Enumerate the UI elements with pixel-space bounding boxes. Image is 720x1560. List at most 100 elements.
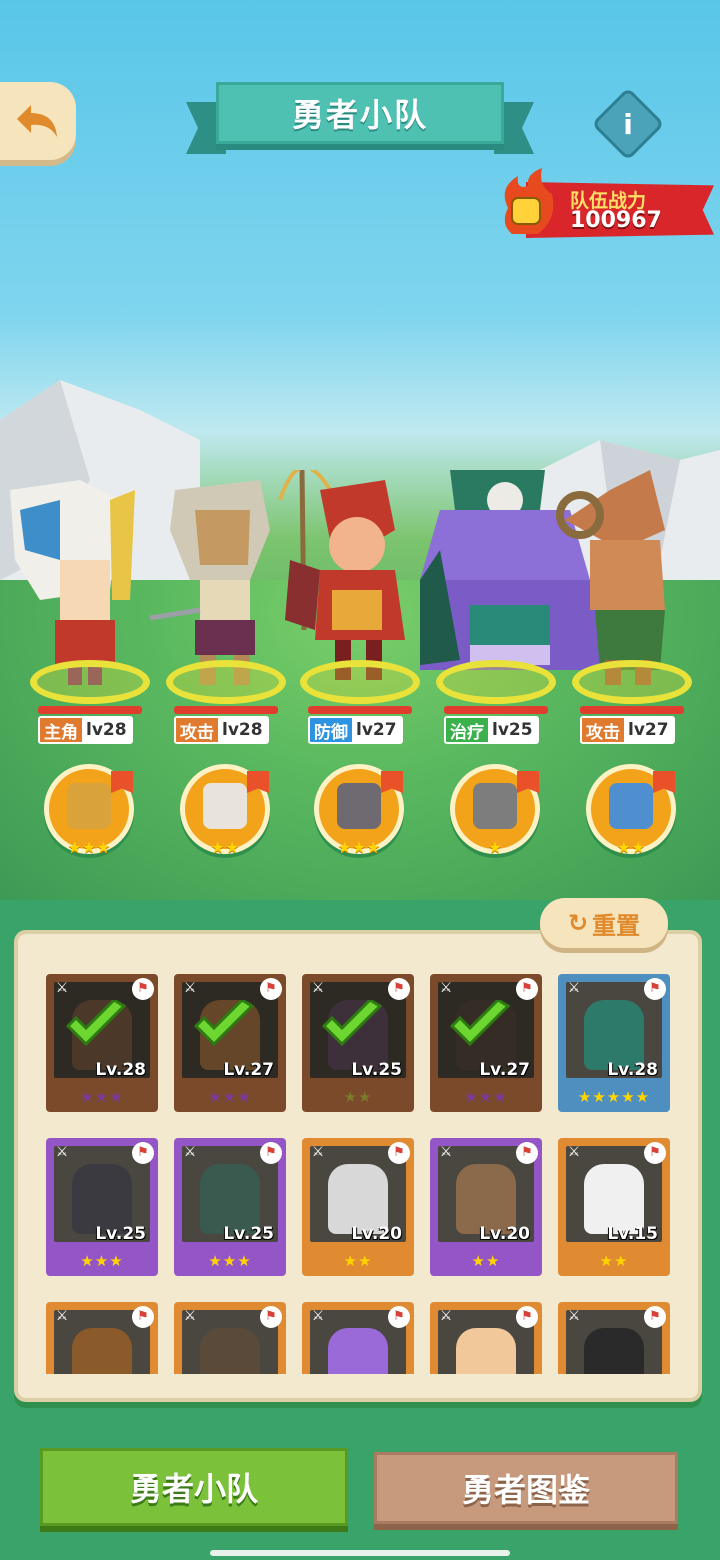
hero-role-label: 攻击 bbox=[176, 718, 218, 742]
hero-level-label: lv28 bbox=[82, 718, 131, 742]
hero-portrait-figure bbox=[456, 1328, 516, 1374]
hero-4-tag: 治疗 lv25 bbox=[444, 716, 539, 744]
hero-card-stars: ★★ bbox=[343, 1088, 373, 1106]
hero-card[interactable]: ⚔ ⚑ bbox=[302, 1302, 414, 1374]
hero-card[interactable]: ⚔ ⚑ Lv.25 ★★★ bbox=[174, 1138, 286, 1276]
hero-card[interactable]: ⚔ ⚑ Lv.15 ★★ bbox=[558, 1138, 670, 1276]
hero-3-tag: 防御 lv27 bbox=[308, 716, 403, 744]
faction-icon: ⚑ bbox=[260, 978, 282, 1000]
hero-card-level: Lv.27 bbox=[479, 1060, 530, 1080]
faction-icon: ⚑ bbox=[516, 978, 538, 1000]
hero-card-level: Lv.20 bbox=[479, 1224, 530, 1244]
class-icon: ⚔ bbox=[183, 1308, 197, 1324]
hero-card-stars: ★★★ bbox=[208, 1088, 252, 1106]
hero-card-stars: ★★ bbox=[471, 1252, 501, 1270]
hero-3-health-bar bbox=[308, 706, 412, 714]
class-icon: ⚔ bbox=[439, 1308, 453, 1324]
hero-level-label: lv28 bbox=[218, 718, 267, 742]
hero-role-label: 主角 bbox=[40, 718, 82, 742]
hero-1-pet-slot[interactable]: ★★★ bbox=[44, 764, 134, 857]
reset-icon: ↻ bbox=[567, 909, 589, 937]
hero-card[interactable]: ⚔ ⚑ bbox=[430, 1302, 542, 1374]
class-icon: ⚔ bbox=[567, 1144, 581, 1160]
team-power-badge: 队伍战力 100967 bbox=[498, 168, 716, 242]
class-icon: ⚔ bbox=[55, 1144, 69, 1160]
team-power-value: 100967 bbox=[570, 208, 662, 233]
faction-icon: ⚑ bbox=[132, 1142, 154, 1164]
hero-card-level: Lv.25 bbox=[223, 1224, 274, 1244]
hero-card[interactable]: ⚔ ⚑ Lv.20 ★★ bbox=[430, 1138, 542, 1276]
faction-icon: ⚑ bbox=[516, 1306, 538, 1328]
checkmark-icon bbox=[449, 1000, 511, 1047]
hero-5-pet-slot[interactable]: ★★ bbox=[586, 764, 676, 857]
pet-stars: ★ bbox=[487, 838, 503, 857]
hero-2-figure bbox=[149, 480, 270, 685]
reset-label: 重置 bbox=[592, 911, 641, 940]
hero-5-tag: 攻击 lv27 bbox=[580, 716, 675, 744]
hero-level-label: lv27 bbox=[352, 718, 401, 742]
reset-button[interactable]: ↻ 重置 bbox=[540, 898, 668, 948]
checkmark-icon bbox=[321, 1000, 383, 1047]
hero-2-health-bar bbox=[174, 706, 278, 714]
hero-card-level: Lv.25 bbox=[351, 1060, 402, 1080]
hero-5-health-bar bbox=[580, 706, 684, 714]
hero-4-pet-slot[interactable]: ★ bbox=[450, 764, 540, 857]
tab-hero-team-label: 勇者小队 bbox=[129, 1470, 258, 1508]
hero-2-tag: 攻击 lv28 bbox=[174, 716, 269, 744]
hero-card-stars: ★★★ bbox=[464, 1088, 508, 1106]
hero-3-pet-slot[interactable]: ★★★ bbox=[314, 764, 404, 857]
tab-hero-gallery-label: 勇者图鉴 bbox=[461, 1471, 590, 1509]
faction-icon: ⚑ bbox=[132, 1306, 154, 1328]
class-icon: ⚔ bbox=[311, 1308, 325, 1324]
title-banner: 勇者小队 bbox=[186, 80, 534, 160]
hero-card-stars: ★★★★★ bbox=[577, 1088, 651, 1106]
pet-stars: ★★★ bbox=[67, 838, 111, 857]
tab-hero-team[interactable]: 勇者小队 bbox=[40, 1448, 348, 1526]
hero-1-ring[interactable] bbox=[30, 660, 150, 704]
class-icon: ⚔ bbox=[567, 980, 581, 996]
hero-2-pet-slot[interactable]: ★★ bbox=[180, 764, 270, 857]
hero-card[interactable]: ⚔ ⚑ bbox=[558, 1302, 670, 1374]
hero-card[interactable]: ⚔ ⚑ Lv.28 ★★★ bbox=[46, 974, 158, 1112]
hero-5-ring[interactable] bbox=[572, 660, 692, 704]
hero-2-ring[interactable] bbox=[166, 660, 286, 704]
page-title: 勇者小队 bbox=[291, 96, 428, 134]
hero-1-figure bbox=[10, 480, 135, 685]
hero-3-ring[interactable] bbox=[300, 660, 420, 704]
hero-card-stars: ★★ bbox=[343, 1252, 373, 1270]
class-icon: ⚔ bbox=[311, 980, 325, 996]
class-icon: ⚔ bbox=[55, 1308, 69, 1324]
hero-card[interactable]: ⚔ ⚑ Lv.25 ★★★ bbox=[46, 1138, 158, 1276]
hero-card[interactable]: ⚔ ⚑ Lv.27 ★★★ bbox=[430, 974, 542, 1112]
pet-figure-icon bbox=[473, 783, 517, 829]
tab-hero-gallery[interactable]: 勇者图鉴 bbox=[374, 1452, 678, 1524]
class-icon: ⚔ bbox=[183, 980, 197, 996]
hero-role-label: 防御 bbox=[310, 718, 352, 742]
hero-4-ring[interactable] bbox=[436, 660, 556, 704]
hero-role-label: 攻击 bbox=[582, 718, 624, 742]
hero-card[interactable]: ⚔ ⚑ bbox=[46, 1302, 158, 1374]
hero-card[interactable]: ⚔ ⚑ Lv.27 ★★★ bbox=[174, 974, 286, 1112]
pet-flag-icon bbox=[381, 771, 403, 793]
pet-flag-icon bbox=[111, 771, 133, 793]
faction-icon: ⚑ bbox=[644, 1142, 666, 1164]
hero-card[interactable]: ⚔ ⚑ Lv.25 ★★ bbox=[302, 974, 414, 1112]
hero-card-grid[interactable]: ⚔ ⚑ Lv.28 ★★★ ⚔ ⚑ Lv.27 ★★★ ⚔ ⚑ Lv.25 ★★ ⚔ ⚑ Lv.27 ★★★ ⚔… bbox=[46, 974, 686, 1374]
faction-icon: ⚑ bbox=[260, 1142, 282, 1164]
hero-figures bbox=[10, 470, 665, 685]
hero-card[interactable]: ⚔ ⚑ bbox=[174, 1302, 286, 1374]
faction-icon: ⚑ bbox=[644, 978, 666, 1000]
faction-icon: ⚑ bbox=[388, 1306, 410, 1328]
back-button[interactable] bbox=[0, 82, 76, 160]
faction-icon: ⚑ bbox=[388, 1142, 410, 1164]
faction-icon: ⚑ bbox=[132, 978, 154, 1000]
home-indicator[interactable] bbox=[210, 1550, 510, 1556]
hero-card[interactable]: ⚔ ⚑ Lv.28 ★★★★★ bbox=[558, 974, 670, 1112]
faction-icon: ⚑ bbox=[644, 1306, 666, 1328]
hero-4-health-bar bbox=[444, 706, 548, 714]
hero-roster-panel: ⚔ ⚑ Lv.28 ★★★ ⚔ ⚑ Lv.27 ★★★ ⚔ ⚑ Lv.25 ★★ ⚔ ⚑ Lv.27 ★★★ ⚔… bbox=[14, 930, 702, 1402]
hero-card-level: Lv.15 bbox=[607, 1224, 658, 1244]
hero-portrait-figure bbox=[72, 1328, 132, 1374]
hero-card-level: Lv.27 bbox=[223, 1060, 274, 1080]
hero-card[interactable]: ⚔ ⚑ Lv.20 ★★ bbox=[302, 1138, 414, 1276]
